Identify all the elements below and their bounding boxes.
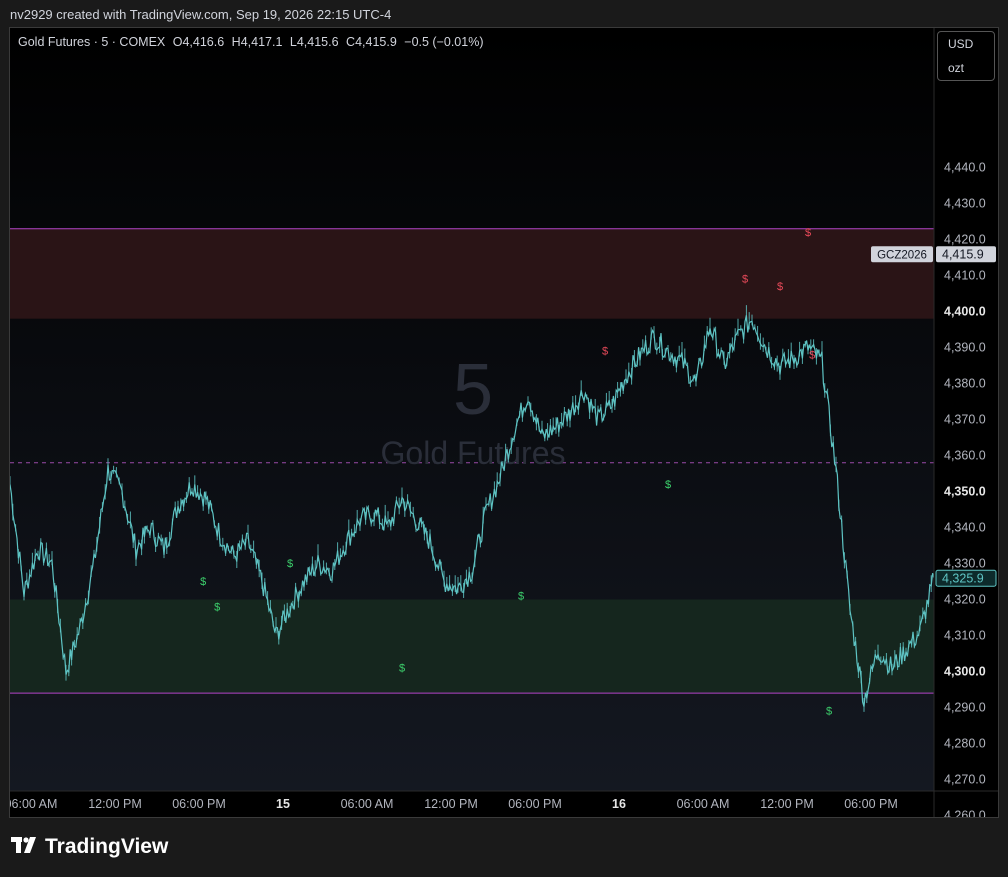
legend-change: −0.5 (−0.01%): [404, 35, 484, 49]
time-axis-tick: 16: [612, 797, 626, 811]
chart-frame[interactable]: 5 Gold Futures $ $ $ $ $ $ $ $ $ $ $ $ 4,440.0 4,430…: [9, 27, 999, 818]
ticker-tag-label: GCZ2026: [877, 249, 927, 261]
unit-label[interactable]: ozt: [938, 56, 994, 80]
legend-low: L4,415.6: [289, 35, 339, 49]
price-axis-tick: 4,440.0: [944, 161, 986, 175]
price-axis-tick: 4,310.0: [944, 629, 986, 643]
time-axis-tick: 12:00 PM: [88, 797, 142, 811]
legend-high: H4,417.1: [231, 35, 283, 49]
currency-unit-selector[interactable]: USD ozt: [937, 31, 995, 81]
price-axis-tick: 4,360.0: [944, 449, 986, 463]
buy-signal-marker[interactable]: $: [518, 591, 524, 603]
legend-close: C4,415.9: [346, 35, 397, 49]
price-axis-tick: 4,380.0: [944, 377, 986, 391]
price-axis-tick: 4,260.0: [944, 809, 986, 818]
tradingview-logo-icon: [11, 834, 39, 860]
price-axis-tick: 4,280.0: [944, 737, 986, 751]
current-price-label: 4,325.9: [942, 571, 984, 585]
price-axis-tick: 4,410.0: [944, 269, 986, 283]
time-axis-tick: 06:00 PM: [844, 797, 898, 811]
price-axis-tick: 4,430.0: [944, 197, 986, 211]
time-axis-tick: 06:00 AM: [677, 797, 730, 811]
sell-signal-marker[interactable]: $: [805, 227, 811, 239]
time-axis[interactable]: 06:00 AM 12:00 PM 06:00 PM 15 06:00 AM 12:00 …: [10, 797, 898, 811]
price-axis-tick: 4,330.0: [944, 557, 986, 571]
price-axis-tick: 4,270.0: [944, 773, 986, 787]
price-chart[interactable]: 5 Gold Futures $ $ $ $ $ $ $ $ $ $ $ $ 4,440.0 4,430…: [10, 28, 998, 817]
currency-label[interactable]: USD: [938, 32, 994, 56]
sell-signal-marker[interactable]: $: [602, 346, 608, 358]
chart-header-title: nv2929 created with TradingView.com, Sep…: [10, 7, 392, 22]
buy-signal-marker[interactable]: $: [826, 706, 832, 718]
price-axis-tick: 4,350.0: [944, 485, 986, 499]
price-axis-tick: 4,420.0: [944, 233, 986, 247]
sell-signal-marker[interactable]: $: [809, 349, 815, 361]
time-axis-tick: 12:00 PM: [760, 797, 814, 811]
price-axis-tick: 4,320.0: [944, 593, 986, 607]
watermark-interval: 5: [453, 350, 493, 430]
sell-signal-marker[interactable]: $: [742, 274, 748, 286]
buy-signal-marker[interactable]: $: [665, 479, 671, 491]
time-axis-tick: 12:00 PM: [424, 797, 478, 811]
price-axis-tick: 4,400.0: [944, 305, 986, 319]
buy-signal-marker[interactable]: $: [214, 601, 220, 613]
lower-zone: [10, 599, 934, 694]
buy-signal-marker[interactable]: $: [200, 576, 206, 588]
buy-signal-marker[interactable]: $: [287, 558, 293, 570]
watermark-name: Gold Futures: [381, 435, 566, 471]
brand-footer: TradingView: [11, 834, 168, 860]
legend-open: O4,416.6: [172, 35, 225, 49]
price-axis-tick: 4,340.0: [944, 521, 986, 535]
time-axis-tick: 15: [276, 797, 290, 811]
sell-signal-marker[interactable]: $: [777, 281, 783, 293]
ticker-price-label: 4,415.9: [942, 247, 984, 261]
legend-symbol[interactable]: Gold Futures · 5 · COMEX: [18, 35, 165, 49]
time-axis-tick: 06:00 PM: [508, 797, 562, 811]
time-axis-tick: 06:00 AM: [10, 797, 57, 811]
brand-name: TradingView: [45, 835, 169, 858]
price-axis-tick: 4,370.0: [944, 413, 986, 427]
price-axis-tick: 4,390.0: [944, 341, 986, 355]
price-axis-tick: 4,300.0: [944, 665, 986, 679]
symbol-legend[interactable]: Gold Futures · 5 · COMEX O4,416.6 H4,417…: [18, 35, 487, 49]
price-axis-tick: 4,290.0: [944, 701, 986, 715]
time-axis-tick: 06:00 AM: [341, 797, 394, 811]
upper-zone: [10, 228, 934, 319]
time-axis-tick: 06:00 PM: [172, 797, 226, 811]
buy-signal-marker[interactable]: $: [399, 663, 405, 675]
